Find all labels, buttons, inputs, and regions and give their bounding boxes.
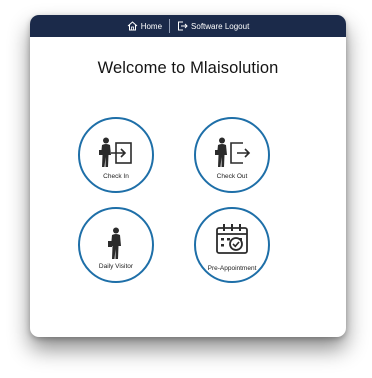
logout-label: Software Logout (191, 21, 250, 31)
home-link[interactable]: Home (127, 21, 162, 31)
check-in-label: Check In (103, 173, 129, 180)
welcome-title: Welcome to Mlaisolution (97, 59, 279, 77)
main-card: Home Software Logout Welcome to Mlaisolu… (30, 15, 346, 337)
logout-icon (178, 21, 188, 31)
pre-appointment-button[interactable]: Pre-Appointment (194, 207, 270, 283)
nav-divider (169, 19, 171, 33)
screen: Home Software Logout Welcome to Mlaisolu… (0, 0, 372, 378)
calendar-check-icon (216, 224, 248, 254)
walking-person-icon (108, 227, 121, 259)
daily-visitor-label: Daily Visitor (98, 263, 134, 270)
check-out-button[interactable]: Check Out (194, 117, 270, 193)
pre-appointment-label: Pre-Appointment (207, 265, 257, 272)
check-out-label: Check Out (216, 173, 248, 180)
top-nav-bar: Home Software Logout (30, 15, 346, 37)
daily-visitor-button[interactable]: Daily Visitor (78, 207, 154, 283)
person-check-out-icon (215, 137, 251, 167)
check-in-button[interactable]: Check In (78, 117, 154, 193)
home-label: Home (140, 21, 163, 31)
person-check-in-icon (99, 137, 132, 167)
software-logout-link[interactable]: Software Logout (177, 21, 249, 31)
home-icon (127, 21, 138, 31)
